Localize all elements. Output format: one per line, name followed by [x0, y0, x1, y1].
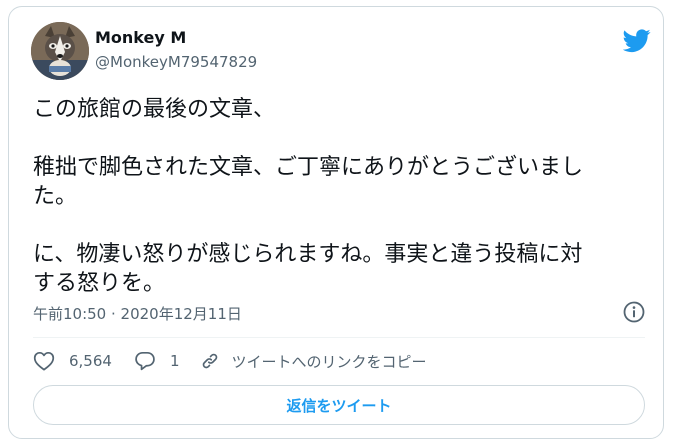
link-icon: [202, 353, 217, 369]
tweet-timestamp[interactable]: 午前10:50 · 2020年12月11日: [33, 303, 242, 324]
tweet-card: Monkey M @MonkeyM79547829 この旅館の最後の文章、 稚拙…: [8, 6, 664, 439]
avatar[interactable]: [31, 22, 89, 80]
copy-link-label: ツイートへのリンクをコピー: [231, 352, 427, 371]
heart-icon: [33, 351, 55, 371]
divider: [33, 337, 645, 338]
reply-icon-button[interactable]: 1: [134, 351, 180, 371]
speech-bubble-icon: [135, 351, 155, 371]
info-icon[interactable]: [623, 301, 645, 323]
display-name[interactable]: Monkey M: [95, 28, 186, 47]
tweet-text: この旅館の最後の文章、 稚拙で脚色された文章、ご丁寧にありがとうございまし た。…: [33, 97, 584, 296]
reply-tweet-button[interactable]: 返信をツイート: [33, 385, 645, 425]
copy-link-button[interactable]: ツイートへのリンクをコピー: [200, 351, 427, 372]
user-handle[interactable]: @MonkeyM79547829: [95, 53, 257, 71]
husky-dog-avatar-icon: [31, 22, 89, 80]
tweet-actions: 6,564 1 ツイートへのリンクをコピー: [33, 349, 427, 373]
reply-count: 1: [169, 352, 180, 370]
like-button[interactable]: 6,564: [33, 351, 112, 371]
reply-tweet-label: 返信をツイート: [286, 396, 392, 415]
like-count: 6,564: [69, 352, 112, 370]
twitter-bird-icon[interactable]: [622, 29, 651, 53]
